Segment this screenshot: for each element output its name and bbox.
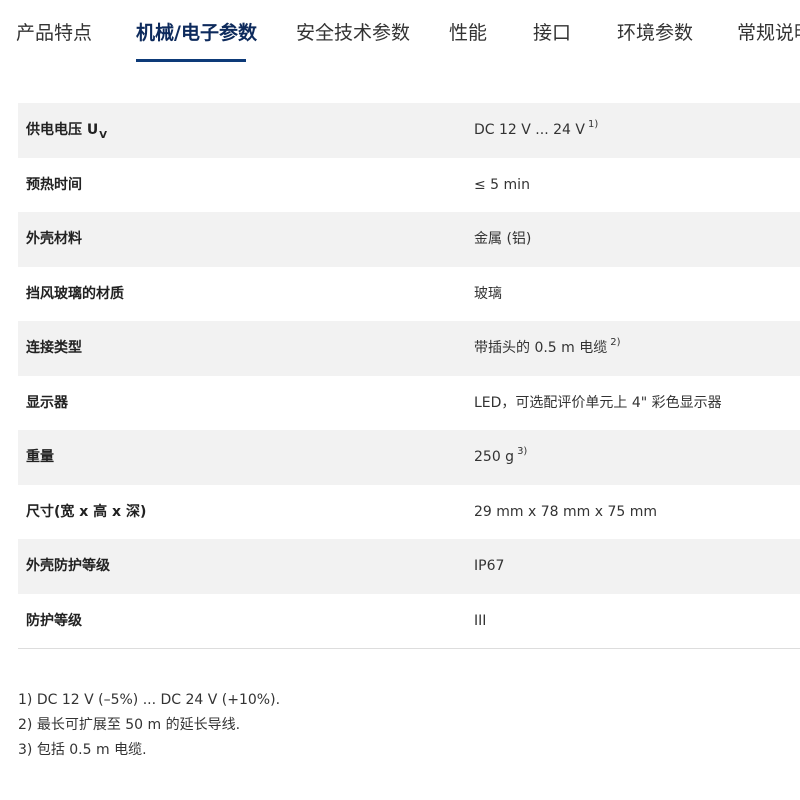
spec-label: 挡风玻璃的材质 bbox=[26, 285, 124, 302]
spec-row-connection-type: 连接类型 带插头的 0.5 m 电缆 2) bbox=[18, 321, 800, 376]
spec-row-display: 显示器 LED，可选配评价单元上 4" 彩色显示器 bbox=[18, 376, 800, 431]
footnote-ref: 2) bbox=[610, 337, 621, 348]
spec-label: 外壳防护等级 bbox=[26, 558, 110, 574]
spec-row-housing-material: 外壳材料 金属 (铝) bbox=[18, 212, 800, 267]
spec-value: LED，可选配评价单元上 4" 彩色显示器 bbox=[474, 394, 722, 411]
footnotes: 1) DC 12 V (–5%) ... DC 24 V (+10%). 2) … bbox=[18, 688, 280, 763]
spec-value: III bbox=[474, 612, 487, 629]
spec-label-subscript: V bbox=[99, 130, 107, 141]
spec-value: 250 g 3) bbox=[474, 446, 528, 465]
spec-label: 重量 bbox=[26, 449, 54, 465]
active-tab-indicator bbox=[136, 59, 246, 62]
spec-value: 玻璃 bbox=[474, 285, 502, 302]
spec-value: 金属 (铝) bbox=[474, 231, 532, 247]
tab-product-features[interactable]: 产品特点 bbox=[16, 18, 92, 48]
spec-label: 供电电压 UV bbox=[26, 122, 107, 141]
tab-general-notes[interactable]: 常规说明 bbox=[737, 18, 800, 48]
footnote-ref: 1) bbox=[587, 119, 599, 130]
spec-table: 供电电压 UV DC 12 V ... 24 V 1) 预热时间 ≤ 5 min … bbox=[18, 103, 800, 649]
footnote-ref: 3) bbox=[517, 446, 528, 457]
tab-mechanical-electrical[interactable]: 机械/电子参数 bbox=[136, 18, 257, 48]
spec-row-weight: 重量 250 g 3) bbox=[18, 430, 800, 485]
tab-bar: 产品特点 机械/电子参数 安全技术参数 性能 接口 环境参数 常规说明 bbox=[0, 0, 800, 64]
spec-value: IP67 bbox=[474, 558, 505, 574]
spec-row-dimensions: 尺寸(宽 x 高 x 深) 29 mm x 78 mm x 75 mm bbox=[18, 485, 800, 540]
spec-row-supply-voltage: 供电电压 UV DC 12 V ... 24 V 1) bbox=[18, 103, 800, 158]
spec-label: 外壳材料 bbox=[26, 231, 82, 247]
spec-row-window-material: 挡风玻璃的材质 玻璃 bbox=[18, 267, 800, 322]
spec-label: 防护等级 bbox=[26, 612, 82, 629]
spec-value: 带插头的 0.5 m 电缆 2) bbox=[474, 337, 621, 356]
tab-safety-specs[interactable]: 安全技术参数 bbox=[296, 18, 410, 48]
spec-value: ≤ 5 min bbox=[474, 176, 530, 193]
spec-label: 尺寸(宽 x 高 x 深) bbox=[26, 503, 147, 520]
spec-value: DC 12 V ... 24 V 1) bbox=[474, 119, 599, 138]
tab-ambient-data[interactable]: 环境参数 bbox=[617, 18, 693, 48]
tab-interfaces[interactable]: 接口 bbox=[533, 18, 571, 48]
spec-row-enclosure-rating: 外壳防护等级 IP67 bbox=[18, 539, 800, 594]
footnote-3: 3) 包括 0.5 m 电缆. bbox=[18, 742, 147, 758]
spec-label: 显示器 bbox=[26, 394, 68, 411]
tab-performance[interactable]: 性能 bbox=[449, 18, 487, 48]
spec-row-protection-class: 防护等级 III bbox=[18, 594, 800, 649]
spec-label: 预热时间 bbox=[26, 176, 82, 193]
spec-row-warmup-time: 预热时间 ≤ 5 min bbox=[18, 158, 800, 213]
spec-label: 连接类型 bbox=[26, 340, 82, 356]
footnote-2: 2) 最长可扩展至 50 m 的延长导线. bbox=[18, 717, 241, 733]
spec-value: 29 mm x 78 mm x 75 mm bbox=[474, 503, 657, 520]
footnote-1: 1) DC 12 V (–5%) ... DC 24 V (+10%). bbox=[18, 692, 281, 708]
